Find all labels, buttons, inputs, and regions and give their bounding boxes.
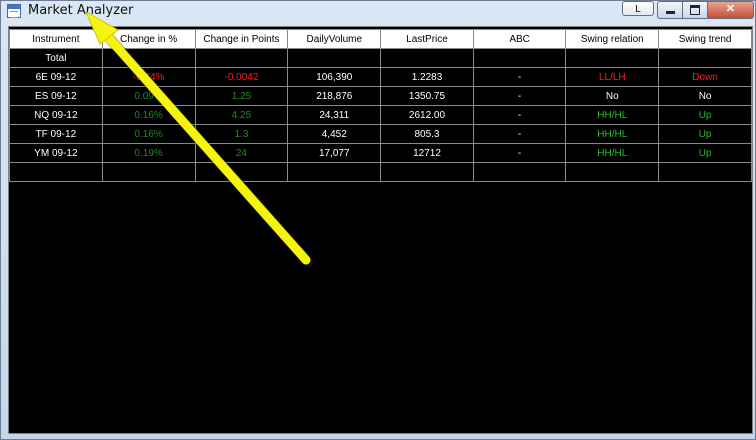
change-pct-cell: 0.16% — [101, 105, 196, 125]
instrument-cell: TF 09-12 — [9, 124, 103, 144]
minimize-button[interactable] — [657, 1, 683, 19]
daily-volume-cell: 24,311 — [287, 105, 382, 125]
column-header-instrument[interactable]: Instrument — [9, 29, 103, 49]
close-icon: ✕ — [725, 3, 736, 15]
total-cell — [101, 48, 196, 68]
daily-volume-cell: 17,077 — [287, 143, 382, 163]
daily-volume-cell: 4,452 — [287, 124, 382, 144]
table-row[interactable]: 6E 09-12 -0.34% -0.0042 106,390 1.2283 -… — [9, 67, 752, 87]
instrument-cell: ES 09-12 — [9, 86, 103, 106]
column-header-daily-volume[interactable]: DailyVolume — [287, 29, 382, 49]
close-button[interactable]: ✕ — [707, 1, 754, 19]
swing-relation-cell: No — [565, 86, 660, 106]
total-cell — [565, 48, 660, 68]
total-cell — [194, 48, 289, 68]
change-pct-cell: 0.09% — [101, 86, 196, 106]
abc-cell: - — [472, 143, 567, 163]
total-cell — [380, 48, 474, 68]
last-price-cell: 2612.00 — [380, 105, 474, 125]
change-pct-cell: -0.34% — [101, 67, 196, 87]
last-price-cell: 12712 — [380, 143, 474, 163]
instrument-cell: NQ 09-12 — [9, 105, 103, 125]
column-header-last-price[interactable]: LastPrice — [380, 29, 474, 49]
maximize-button[interactable] — [682, 1, 708, 19]
total-cell — [472, 48, 567, 68]
header-row: Instrument Change in % Change in Points … — [9, 29, 752, 49]
swing-relation-cell: LL/LH — [565, 67, 660, 87]
abc-cell: - — [472, 67, 567, 87]
swing-relation-cell: HH/HL — [565, 105, 660, 125]
empty-cell — [287, 162, 382, 182]
change-points-cell: 4.25 — [194, 105, 289, 125]
abc-cell: - — [472, 86, 567, 106]
change-points-cell: 1.25 — [194, 86, 289, 106]
empty-cell — [9, 162, 103, 182]
swing-trend-cell: No — [658, 86, 752, 106]
swing-trend-cell: Up — [658, 105, 752, 125]
window-title: Market Analyzer — [28, 3, 134, 18]
last-price-cell: 805.3 — [380, 124, 474, 144]
last-price-cell: 1.2283 — [380, 67, 474, 87]
daily-volume-cell: 218,876 — [287, 86, 382, 106]
maximize-icon — [690, 5, 700, 15]
empty-cell — [194, 162, 289, 182]
empty-cell — [380, 162, 474, 182]
market-analyzer-window: Market Analyzer L ✕ Instrument Change in… — [0, 0, 756, 440]
change-points-cell: 1.3 — [194, 124, 289, 144]
swing-relation-cell: HH/HL — [565, 143, 660, 163]
market-analyzer-app-icon — [7, 4, 21, 18]
abc-cell: - — [472, 105, 567, 125]
empty-row[interactable] — [9, 162, 752, 182]
empty-cell — [565, 162, 660, 182]
instrument-cell: YM 09-12 — [9, 143, 103, 163]
minimize-icon — [665, 11, 675, 14]
total-cell — [287, 48, 382, 68]
window-controls: ✕ — [657, 1, 754, 19]
total-label: Total — [9, 48, 103, 68]
change-points-cell: 24 — [194, 143, 289, 163]
change-points-cell: -0.0042 — [194, 67, 289, 87]
column-header-swing-relation[interactable]: Swing relation — [565, 29, 660, 49]
table-row[interactable]: NQ 09-12 0.16% 4.25 24,311 2612.00 - HH/… — [9, 105, 752, 125]
column-header-abc[interactable]: ABC — [472, 29, 567, 49]
daily-volume-cell: 106,390 — [287, 67, 382, 87]
instrument-cell: 6E 09-12 — [9, 67, 103, 87]
market-analyzer-table: Instrument Change in % Change in Points … — [9, 29, 752, 182]
change-pct-cell: 0.19% — [101, 143, 196, 163]
empty-cell — [658, 162, 752, 182]
last-price-cell: 1350.75 — [380, 86, 474, 106]
change-pct-cell: 0.16% — [101, 124, 196, 144]
empty-cell — [101, 162, 196, 182]
link-l-button[interactable]: L — [622, 1, 654, 16]
column-header-change-points[interactable]: Change in Points — [194, 29, 289, 49]
column-header-swing-trend[interactable]: Swing trend — [658, 29, 752, 49]
empty-cell — [472, 162, 567, 182]
column-header-change-pct[interactable]: Change in % — [101, 29, 196, 49]
table-row[interactable]: YM 09-12 0.19% 24 17,077 12712 - HH/HL U… — [9, 143, 752, 163]
market-grid-area[interactable]: Instrument Change in % Change in Points … — [8, 26, 753, 434]
total-cell — [658, 48, 752, 68]
table-row[interactable]: ES 09-12 0.09% 1.25 218,876 1350.75 - No… — [9, 86, 752, 106]
total-row[interactable]: Total — [9, 48, 752, 68]
swing-trend-cell: Down — [658, 67, 752, 87]
swing-trend-cell: Up — [658, 143, 752, 163]
swing-relation-cell: HH/HL — [565, 124, 660, 144]
title-bar[interactable]: Market Analyzer L ✕ — [1, 1, 755, 23]
swing-trend-cell: Up — [658, 124, 752, 144]
abc-cell: - — [472, 124, 567, 144]
table-row[interactable]: TF 09-12 0.16% 1.3 4,452 805.3 - HH/HL U… — [9, 124, 752, 144]
